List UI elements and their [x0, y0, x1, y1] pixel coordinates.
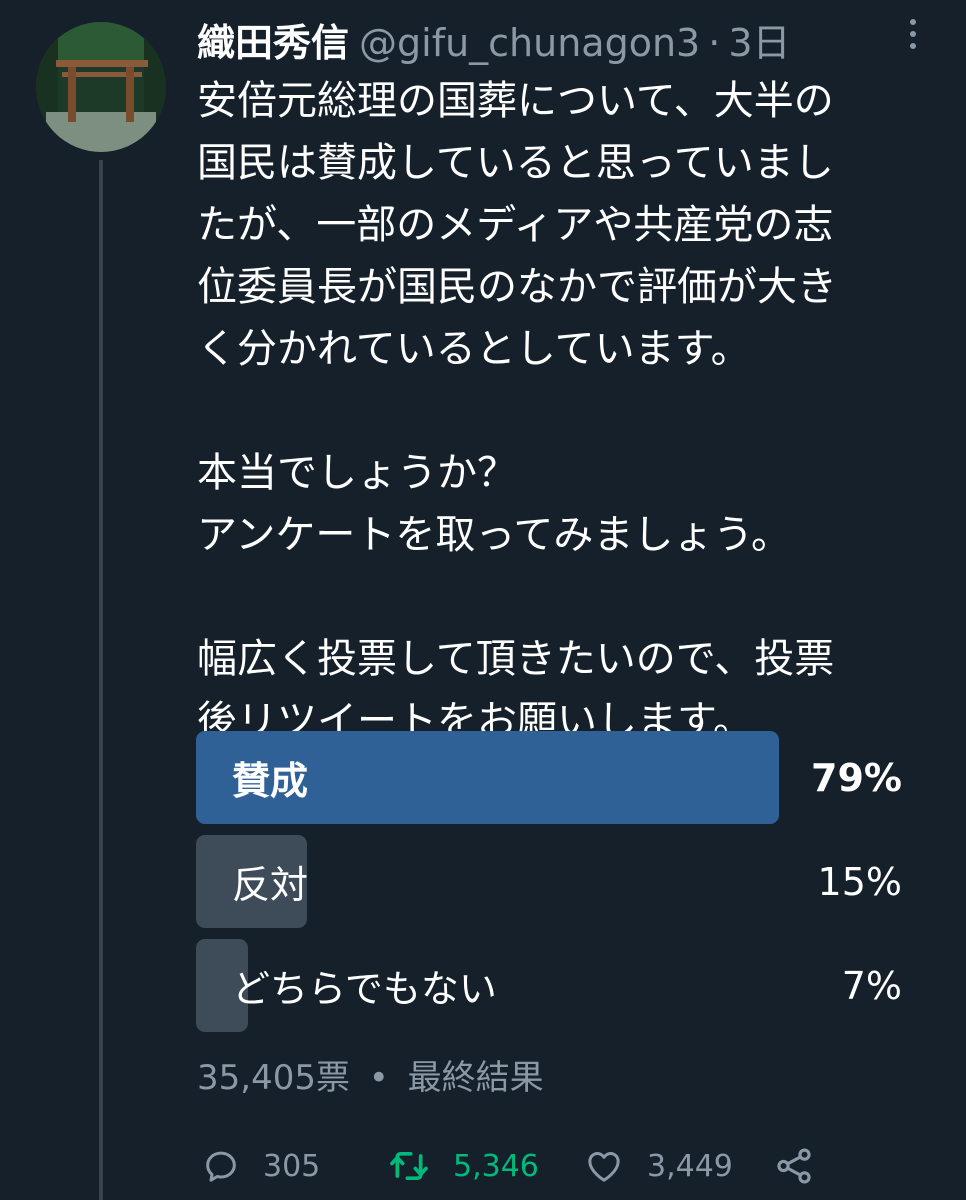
- tweet-text-line: 安倍元総理の国葬について、大半の: [197, 78, 834, 124]
- poll-option-sansei: 賛成 79%: [196, 731, 902, 824]
- header-separator: ·: [708, 21, 721, 65]
- poll-status: 最終結果: [407, 1058, 544, 1098]
- poll-meta: 35,405票 • 最終結果: [197, 1050, 544, 1099]
- tweet-text-line: 本当でしょうか？: [197, 450, 517, 496]
- poll-option-neither: どちらでもない 7%: [196, 939, 902, 1032]
- tweet-text: 安倍元総理の国葬について、大半の 国民は賛成していると思っていまし たが、一部の…: [197, 70, 917, 752]
- user-handle[interactable]: @gifu_chunagon3: [359, 21, 700, 65]
- poll-option-label: どちらでもない: [232, 967, 497, 1011]
- tweet-text-line: アンケートを取ってみましょう。: [197, 512, 791, 558]
- more-icon-dot: [910, 31, 916, 37]
- share-button[interactable]: [773, 1138, 815, 1194]
- tweet-text-line: 国民は賛成していると思っていまし: [197, 140, 834, 186]
- tweet-text-line: 位委員長が国民のなかで評価が大き: [197, 264, 837, 310]
- poll-option-hantai: 反対 15%: [196, 835, 902, 928]
- tweet-actions: 305 5,346 3,449: [197, 1138, 837, 1194]
- more-icon-dot: [910, 43, 916, 49]
- more-options-button[interactable]: [898, 14, 928, 54]
- heart-icon: [588, 1152, 620, 1182]
- reply-count: 305: [263, 1148, 321, 1184]
- tweet-header: 織田秀信 @gifu_chunagon3 · 3日: [197, 12, 791, 68]
- retweet-button[interactable]: 5,346: [387, 1138, 539, 1194]
- display-name[interactable]: 織田秀信: [197, 12, 349, 67]
- reply-icon: [206, 1151, 236, 1182]
- like-count: 3,449: [647, 1148, 733, 1184]
- thread-line: [99, 160, 103, 1200]
- tweet-text-line: く分かれているとしています。: [197, 326, 751, 372]
- poll-option-label: 反対: [232, 863, 309, 907]
- poll-option-percent: 7%: [841, 963, 902, 1008]
- share-icon: [777, 1148, 811, 1184]
- poll-option-percent: 79%: [811, 755, 902, 800]
- poll-option-percent: 15%: [817, 859, 902, 904]
- reply-button[interactable]: 305: [201, 1138, 320, 1194]
- more-icon: [910, 19, 916, 25]
- torii-gate-avatar-image: [36, 22, 166, 152]
- poll-option-label: 賛成: [232, 759, 309, 803]
- tweet-timestamp[interactable]: 3日: [728, 12, 790, 67]
- like-button[interactable]: 3,449: [583, 1138, 733, 1194]
- tweet-text-line: たが、一部のメディアや共産党の志: [197, 202, 834, 248]
- tweet-text-line: 幅広く投票して頂きたいので、投票: [197, 636, 835, 682]
- avatar[interactable]: [36, 22, 166, 152]
- retweet-count: 5,346: [453, 1148, 539, 1184]
- poll-meta-separator: •: [368, 1058, 389, 1098]
- retweet-icon: [390, 1152, 428, 1180]
- poll-vote-count: 35,405票: [197, 1058, 350, 1098]
